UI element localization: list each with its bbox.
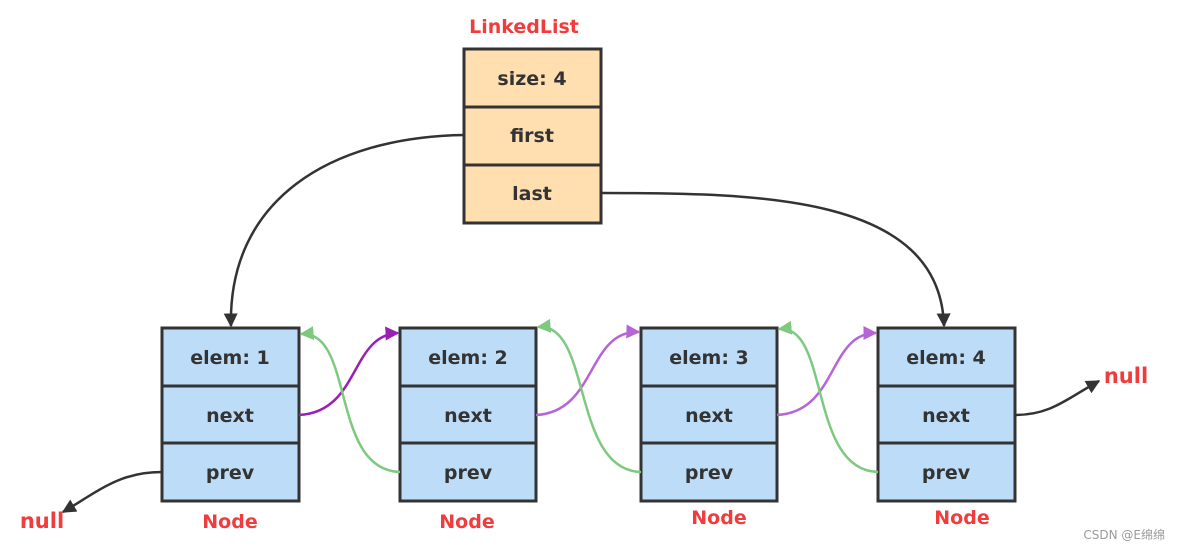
- node-3-next: next: [685, 405, 733, 427]
- node-2-elem: elem: 2: [428, 347, 508, 369]
- next-arrow-3-to-4: [776, 326, 878, 417]
- node-4-label: Node: [934, 507, 989, 529]
- node-3-prev: prev: [685, 462, 734, 484]
- last-pointer-arrow: [600, 191, 951, 328]
- node-1-label: Node: [202, 511, 257, 533]
- node-4-prev: prev: [922, 462, 971, 484]
- node-4: elem: 4 next prev Node: [876, 326, 1017, 529]
- linkedlist-size-field: size: 4: [497, 68, 566, 90]
- prev-arrow-3-to-2: [536, 318, 642, 474]
- linkedlist-first-field: first: [510, 125, 554, 147]
- node-3-elem: elem: 3: [669, 347, 749, 369]
- node-1: elem: 1 next prev Node: [160, 326, 301, 533]
- prev-arrow-4-to-3: [777, 320, 879, 474]
- null-right-label: null: [1104, 364, 1148, 388]
- node-1-elem: elem: 1: [190, 347, 270, 369]
- prev-arrow-2-to-1: [299, 326, 401, 474]
- linkedlist-title: LinkedList: [469, 16, 579, 38]
- node-4-elem: elem: 4: [906, 347, 986, 369]
- node-4-next: next: [922, 405, 970, 427]
- null-left-label: null: [20, 509, 64, 533]
- node-1-next: next: [206, 405, 254, 427]
- watermark: CSDN @E绵绵: [1083, 528, 1165, 542]
- node-3-label: Node: [691, 507, 746, 529]
- node-3: elem: 3 next prev Node: [639, 326, 779, 529]
- node-2-next: next: [444, 405, 492, 427]
- linkedlist-last-field: last: [512, 183, 552, 205]
- next-null-arrow: [1014, 379, 1101, 417]
- node-2: elem: 2 next prev Node: [398, 326, 538, 533]
- node-2-prev: prev: [444, 462, 493, 484]
- linkedlist-diagram: LinkedList size: 4 first last elem: 1 ne…: [20, 16, 1148, 533]
- next-arrow-2-to-3: [535, 324, 641, 417]
- prev-null-arrow: [61, 470, 163, 514]
- first-pointer-arrow: [223, 133, 465, 328]
- next-arrow-1-to-2: [298, 326, 400, 417]
- linkedlist-box: size: 4 first last: [462, 47, 603, 225]
- node-2-label: Node: [439, 511, 494, 533]
- node-1-prev: prev: [206, 462, 255, 484]
